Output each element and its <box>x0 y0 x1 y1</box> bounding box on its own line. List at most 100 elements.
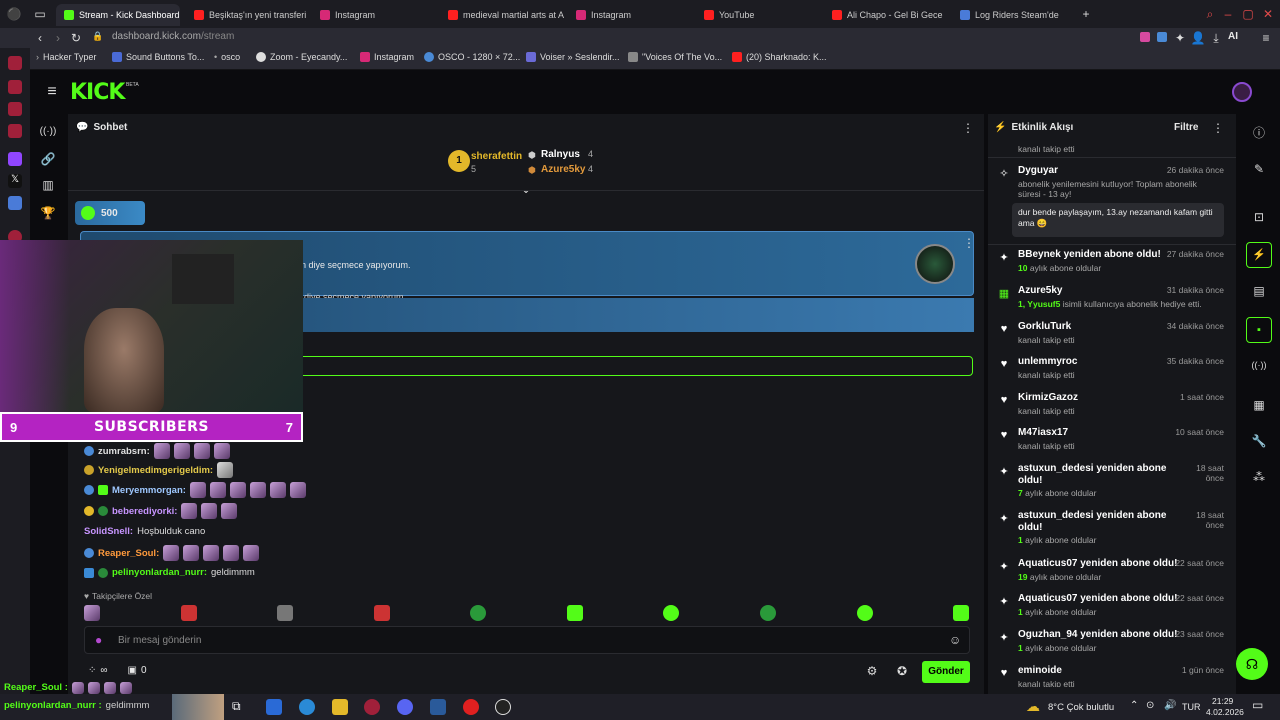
discord-icon[interactable] <box>397 699 413 715</box>
chat-username[interactable]: Meryemmorgan: <box>112 485 186 496</box>
clock-time[interactable]: 21:29 <box>1212 696 1233 706</box>
chat-message[interactable]: pelinyonlardan_nurr: geldimmm <box>84 567 255 578</box>
reload-icon[interactable]: ↻ <box>66 31 86 45</box>
screen-icon[interactable]: ⊡ <box>1249 210 1269 224</box>
weather-icon[interactable]: ☁ <box>1026 698 1040 715</box>
maximize-icon[interactable]: ▢ <box>1238 7 1258 21</box>
menu-icon[interactable]: ≡ <box>1256 31 1276 45</box>
support-chat-button[interactable]: ☊ <box>1236 648 1268 680</box>
hamburger-menu-icon[interactable]: ≡ <box>42 83 62 101</box>
expand-chevron-icon[interactable]: ⌄ <box>516 182 536 196</box>
bookmark-item[interactable]: Zoom - Eyecandy... <box>256 52 347 62</box>
activity-toggle-icon[interactable]: ⚡ <box>1246 242 1272 268</box>
tray-icon[interactable]: ⊙ <box>1146 700 1154 711</box>
download-icon[interactable]: ⤓ <box>1206 31 1226 46</box>
new-tab-icon[interactable]: + <box>1076 7 1096 21</box>
bookmark-item[interactable]: "Voices Of The Vo... <box>628 52 722 62</box>
emote-icon[interactable] <box>953 605 969 621</box>
chat-message[interactable]: zumrabsrn: <box>84 443 230 459</box>
task-view-icon[interactable]: ⧉ <box>232 699 248 715</box>
chat-username[interactable]: SolidSnell: <box>84 526 133 537</box>
tab-log-riders[interactable]: Log Riders Steam'de <box>952 4 1076 26</box>
x-icon[interactable]: 𝕏 <box>8 174 22 188</box>
layout-icon[interactable]: ▦ <box>1249 398 1269 412</box>
emoji-picker-icon[interactable]: ☺ <box>949 633 961 647</box>
chat-username[interactable]: Reaper_Soul: <box>98 548 159 559</box>
taskbar-app-icon[interactable] <box>430 699 446 715</box>
emote-icon[interactable] <box>857 605 873 621</box>
close-icon[interactable]: ✕ <box>1258 7 1278 21</box>
emote-icon[interactable] <box>181 605 197 621</box>
bookmark-item[interactable]: › Hacker Typer <box>36 52 96 62</box>
emote-icon[interactable] <box>84 605 100 621</box>
bookmark-item[interactable]: • osco <box>214 52 240 62</box>
send-button[interactable]: Gönder <box>922 661 970 683</box>
sidebar-app-icon[interactable] <box>8 80 22 94</box>
chat-message[interactable]: Reaper_Soul: <box>84 545 260 561</box>
tab-besiktas[interactable]: Beşiktaş'ın yeni transferi <box>186 4 310 26</box>
tab-youtube[interactable]: YouTube <box>696 4 820 26</box>
edge-icon[interactable] <box>299 699 315 715</box>
tab-instagram-2[interactable]: Instagram <box>568 4 692 26</box>
back-icon[interactable]: ‹ <box>30 31 50 45</box>
minimize-icon[interactable]: – <box>1218 7 1238 21</box>
tab-ali-chapo[interactable]: Ali Chapo - Gel Bi Gece <box>824 4 948 26</box>
tab-instagram-1[interactable]: Instagram <box>312 4 436 26</box>
tab-menu-icon[interactable]: ▭ <box>30 7 50 21</box>
url-field[interactable]: dashboard.kick.com/stream <box>112 31 234 42</box>
activity-options-icon[interactable]: ⋮ <box>1208 121 1228 135</box>
third-name[interactable]: Azure5ky <box>541 164 585 175</box>
pinned-options-icon[interactable]: ⋮ <box>959 236 979 250</box>
emote-icon[interactable] <box>277 605 293 621</box>
forward-icon[interactable]: › <box>48 31 68 45</box>
bookmark-item[interactable]: Sound Buttons To... <box>112 52 204 62</box>
sidebar-app-icon[interactable] <box>8 102 22 116</box>
chat-options-icon[interactable]: ⋮ <box>958 121 978 135</box>
bookmark-item[interactable]: (20) Sharknado: K... <box>732 52 827 62</box>
volume-icon[interactable]: 🔊 <box>1164 700 1176 711</box>
opera-icon[interactable] <box>463 699 479 715</box>
tab-medieval[interactable]: medieval martial arts at A <box>440 4 564 26</box>
notification-icon[interactable]: ▭ <box>1252 698 1263 712</box>
bookmark-item[interactable]: OSCO - 1280 × 72... <box>424 52 520 62</box>
twitch-icon[interactable] <box>8 152 22 166</box>
leader-name[interactable]: sherafettin <box>471 151 522 162</box>
broadcast-icon[interactable]: ((·)) <box>1249 360 1269 370</box>
mic-icon[interactable]: ● <box>95 633 102 647</box>
trophy-icon[interactable]: 🏆 <box>38 206 58 220</box>
tray-chevron-icon[interactable]: ⌃ <box>1130 700 1138 711</box>
chat-username[interactable]: beberediyorki: <box>112 506 177 517</box>
opera-menu-icon[interactable]: ⚫ <box>4 7 24 21</box>
kicks-counter[interactable]: 500 <box>75 201 145 225</box>
chart-icon[interactable]: ▥ <box>38 178 58 192</box>
obs-icon[interactable] <box>495 699 511 715</box>
edit-icon[interactable]: ✎ <box>1249 162 1269 176</box>
broadcast-icon[interactable]: ((·)) <box>38 126 58 137</box>
kick-logo[interactable]: KICK <box>70 80 125 105</box>
nodes-icon[interactable]: ⁂ <box>1249 470 1269 484</box>
link-icon[interactable]: 🔗 <box>38 152 58 166</box>
puzzle-icon[interactable]: ✦ <box>1170 31 1190 45</box>
tab-kick-dashboard[interactable]: Stream - Kick Dashboard <box>56 4 180 26</box>
bookmark-item[interactable]: Instagram <box>360 52 414 62</box>
emote-icon[interactable] <box>567 605 583 621</box>
settings-gear-icon[interactable]: ⚙ <box>862 664 882 678</box>
extension-icon[interactable] <box>1140 32 1150 42</box>
user-avatar[interactable] <box>1232 82 1252 102</box>
emote-icon[interactable] <box>760 605 776 621</box>
sidebar-app-icon[interactable] <box>8 196 22 210</box>
chat-message[interactable]: Yenigelmedimgerigeldim: <box>84 462 234 478</box>
chat-message[interactable]: SolidSnell: Hoşbulduk cano <box>84 526 205 537</box>
profile-icon[interactable]: 👤 <box>1188 31 1208 45</box>
emote-icon[interactable] <box>470 605 486 621</box>
bookmark-item[interactable]: Voiser » Seslendir... <box>526 52 620 62</box>
emote-icon[interactable] <box>374 605 390 621</box>
opera-gx-icon[interactable] <box>364 699 380 715</box>
document-icon[interactable]: ▤ <box>1249 284 1269 298</box>
chat-username[interactable]: pelinyonlardan_nurr: <box>112 567 207 578</box>
chat-message[interactable]: Meryemmorgan: <box>84 482 306 498</box>
language-indicator[interactable]: TUR <box>1182 702 1201 712</box>
activity-item[interactable]: ♥ eminoide 1 gün önce kanalı takip etti <box>988 665 1236 687</box>
gift-icon[interactable]: ✪ <box>892 664 912 678</box>
extension-icon[interactable] <box>1157 32 1167 42</box>
